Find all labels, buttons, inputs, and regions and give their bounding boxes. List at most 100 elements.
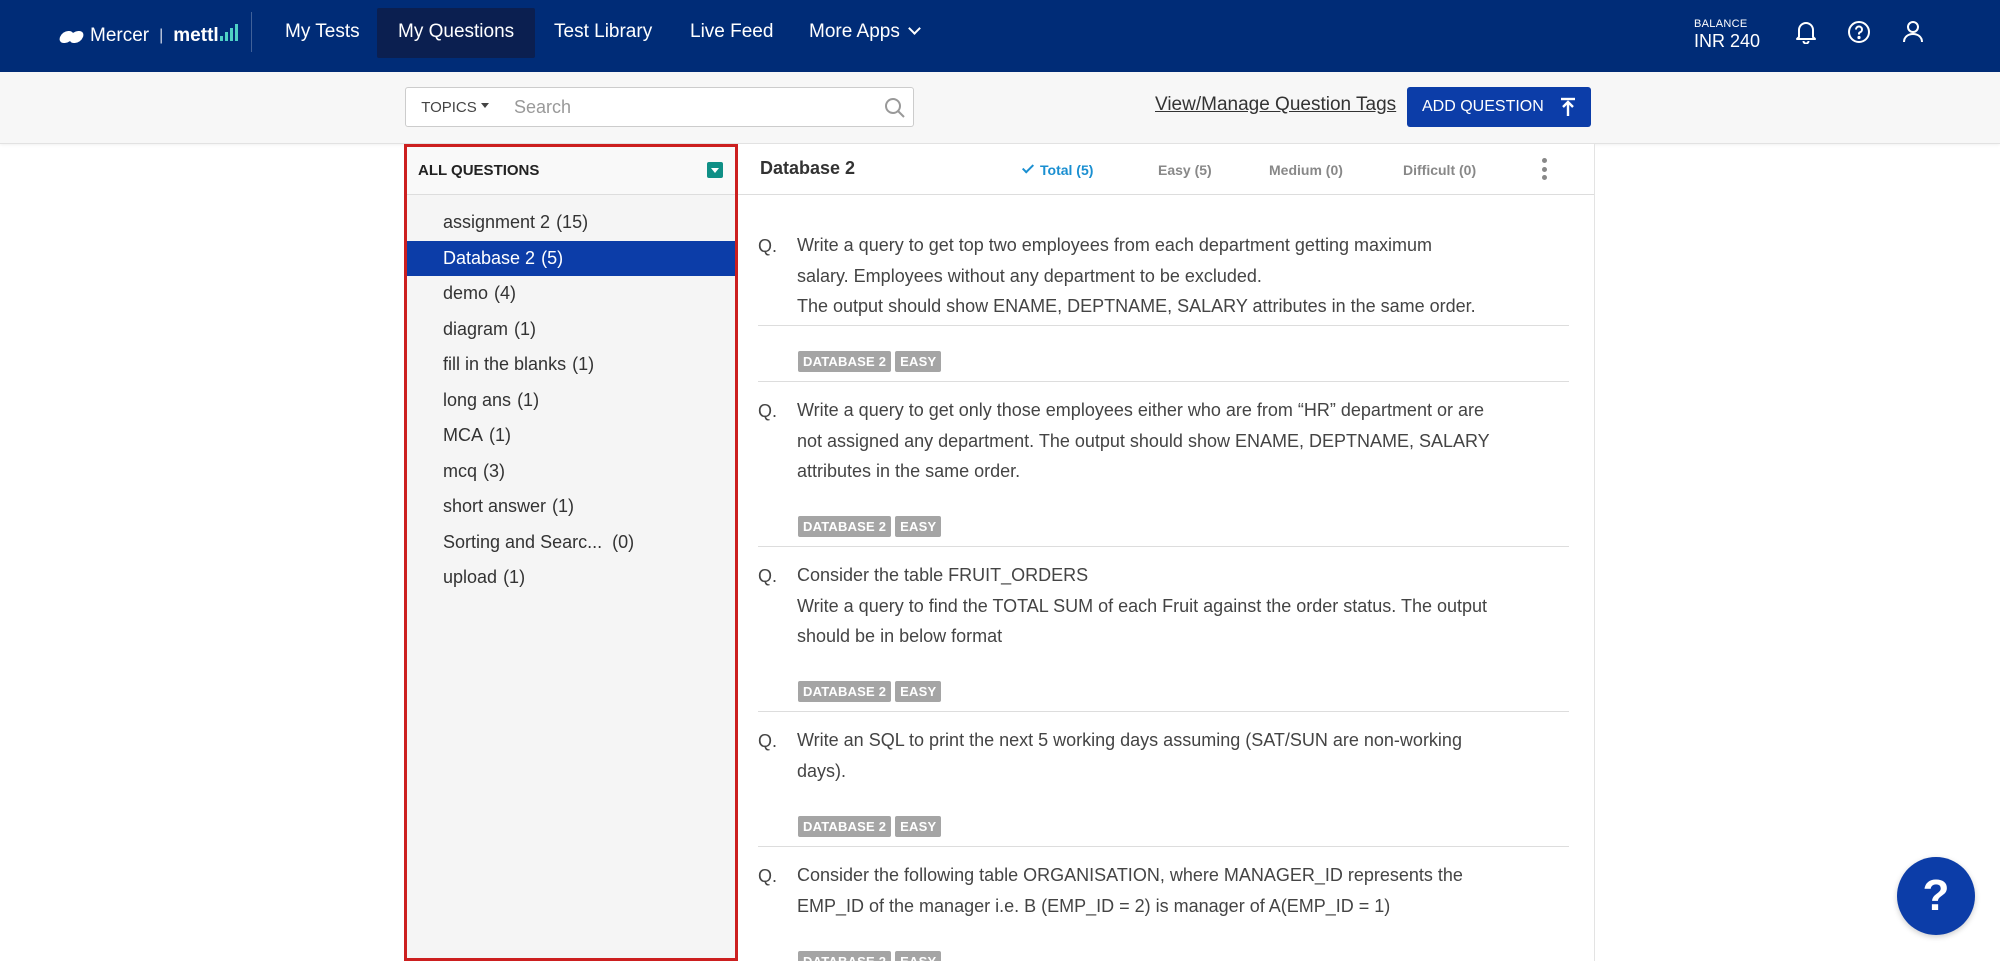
- balance-label: BALANCE: [1694, 18, 1748, 30]
- chevron-down-icon: [907, 22, 921, 35]
- topic-item[interactable]: short answer (1): [407, 489, 735, 525]
- question-tags: DATABASE 2 EASY: [798, 681, 942, 702]
- topic-count: (1): [517, 389, 540, 410]
- topic-count: (3): [483, 460, 506, 481]
- nav-my-questions[interactable]: My Questions: [377, 8, 536, 58]
- nav-test-library[interactable]: Test Library: [533, 8, 673, 58]
- search-input[interactable]: [504, 88, 864, 126]
- question-divider: [758, 381, 1569, 382]
- question-line: Write a query to find the TOTAL SUM of e…: [797, 595, 1488, 616]
- question-line: attributes in the same order.: [797, 461, 1021, 481]
- question-line: Write a query to get only those employee…: [797, 400, 1484, 420]
- topics-dropdown[interactable]: TOPICS: [405, 87, 505, 127]
- question-tags: DATABASE 2 EASY: [798, 516, 942, 537]
- tag-topic: DATABASE 2: [798, 351, 892, 372]
- topics-label: TOPICS: [421, 98, 477, 116]
- question-item[interactable]: Q. Write an SQL to print the next 5 work…: [758, 730, 1569, 837]
- filter-medium[interactable]: Medium (0): [1269, 162, 1343, 178]
- topic-label: upload: [443, 567, 498, 587]
- question-item[interactable]: Q. Write a query to get top two employee…: [758, 235, 1569, 372]
- nav-my-tests[interactable]: My Tests: [264, 8, 381, 58]
- help-circle-icon[interactable]: [1846, 19, 1872, 45]
- topic-label: long ans: [443, 389, 512, 410]
- topic-label: Sorting and Searc...: [443, 531, 603, 552]
- topic-label: fill in the blanks: [443, 354, 567, 374]
- question-line: Consider the following table ORGANISATIO…: [797, 866, 1463, 885]
- caret-down-icon: [480, 102, 489, 108]
- topic-item[interactable]: fill in the blanks (1): [407, 347, 735, 383]
- topic-item[interactable]: long ans (1): [407, 383, 735, 419]
- user-icon[interactable]: [1900, 19, 1926, 45]
- check-icon: [1021, 161, 1035, 174]
- topic-count: (1): [572, 354, 595, 374]
- topic-label: mcq: [443, 460, 478, 481]
- topics-sidebar: ALL QUESTIONS assignment 2 (15) Database …: [404, 144, 738, 961]
- question-line: not assigned any department. The output …: [797, 430, 1490, 451]
- topic-item[interactable]: upload (1): [407, 560, 735, 596]
- search-icon[interactable]: [883, 96, 907, 120]
- topic-count: (5): [541, 247, 564, 268]
- help-chat-button[interactable]: ?: [1897, 857, 1975, 935]
- question-line: Write an SQL to print the next 5 working…: [797, 730, 1462, 750]
- question-label: Q.: [758, 866, 778, 886]
- question-divider: [758, 846, 1569, 847]
- upload-icon[interactable]: [1559, 97, 1577, 117]
- tag-topic: DATABASE 2: [798, 681, 892, 702]
- filter-easy[interactable]: Easy (5): [1158, 162, 1212, 178]
- topic-list: assignment 2 (15) Database 2 (5) demo (4) d…: [407, 195, 735, 596]
- tag-topic: DATABASE 2: [798, 516, 892, 537]
- question-text: Write an SQL to print the next 5 working…: [797, 725, 1537, 786]
- question-divider: [758, 711, 1569, 712]
- nav-more-apps[interactable]: More Apps: [788, 8, 940, 58]
- question-text: Write a query to get only those employee…: [797, 395, 1537, 487]
- tag-difficulty: EASY: [895, 816, 942, 837]
- topic-item[interactable]: Sorting and Searc... (0): [407, 525, 735, 561]
- topic-item[interactable]: demo (4): [407, 276, 735, 312]
- topic-count: (15): [556, 212, 589, 232]
- question-line: should be in below format: [797, 626, 1003, 646]
- topic-count: (1): [503, 567, 526, 587]
- topic-count: (4): [494, 283, 517, 303]
- question-label: Q.: [758, 566, 778, 586]
- topic-item[interactable]: diagram (1): [407, 312, 735, 348]
- topic-item[interactable]: MCA (1): [407, 418, 735, 454]
- add-question-button[interactable]: ADD QUESTION: [1407, 87, 1591, 127]
- balance-value: INR 240: [1694, 31, 1761, 51]
- view-manage-tags-link[interactable]: View/Manage Question Tags: [1155, 94, 1396, 116]
- question-text: Consider the following table ORGANISATIO…: [797, 866, 1537, 921]
- question-line: EMP_ID of the manager i.e. B (EMP_ID = 2…: [797, 895, 1391, 916]
- nav-live-feed[interactable]: Live Feed: [669, 8, 794, 58]
- topic-label: short answer: [443, 496, 547, 516]
- logo-mercer-text: Mercer: [90, 25, 150, 46]
- question-item[interactable]: Q. Write a query to get only those emplo…: [758, 400, 1569, 537]
- topic-count: (1): [514, 318, 537, 339]
- sidebar-header[interactable]: ALL QUESTIONS: [407, 147, 735, 195]
- topic-count: (1): [489, 425, 511, 445]
- topic-label: assignment 2: [443, 212, 551, 232]
- more-options-icon[interactable]: [1542, 158, 1548, 182]
- topic-item-active[interactable]: Database 2 (5): [407, 240, 735, 276]
- topic-label: demo: [443, 283, 489, 303]
- question-item[interactable]: Q. Consider the table FRUIT_ORDERS Write…: [758, 565, 1569, 702]
- collapse-toggle-icon[interactable]: [707, 162, 723, 178]
- topic-label: diagram: [443, 318, 509, 339]
- logo-separator: |: [159, 27, 164, 44]
- toolbar: TOPICS View/Manage Question Tags ADD QUE…: [0, 72, 2000, 144]
- topic-item[interactable]: mcq (3): [407, 454, 735, 490]
- topic-item[interactable]: assignment 2 (15): [407, 205, 735, 241]
- filter-difficult[interactable]: Difficult (0): [1403, 162, 1476, 178]
- bell-icon[interactable]: [1793, 19, 1819, 45]
- search-box: [504, 87, 914, 127]
- question-line: days).: [797, 760, 847, 781]
- topic-label: MCA: [443, 425, 483, 445]
- topic-count: (0): [612, 531, 635, 552]
- filter-total[interactable]: Total (5): [1021, 161, 1093, 178]
- question-item[interactable]: Q. Consider the following table ORGANISA…: [758, 866, 1569, 961]
- question-tags: DATABASE 2 EASY: [798, 351, 942, 372]
- question-tags: DATABASE 2 EASY: [798, 816, 942, 837]
- question-line: Write a query to get top two employees f…: [797, 235, 1432, 255]
- mercer-mettl-logo[interactable]: Mercer | mettl: [57, 22, 238, 50]
- logo-mettl-text: mettl: [173, 25, 219, 46]
- question-text: Consider the table FRUIT_ORDERS Write a …: [797, 560, 1537, 652]
- balance-display: BALANCE INR 240: [1694, 18, 1760, 52]
